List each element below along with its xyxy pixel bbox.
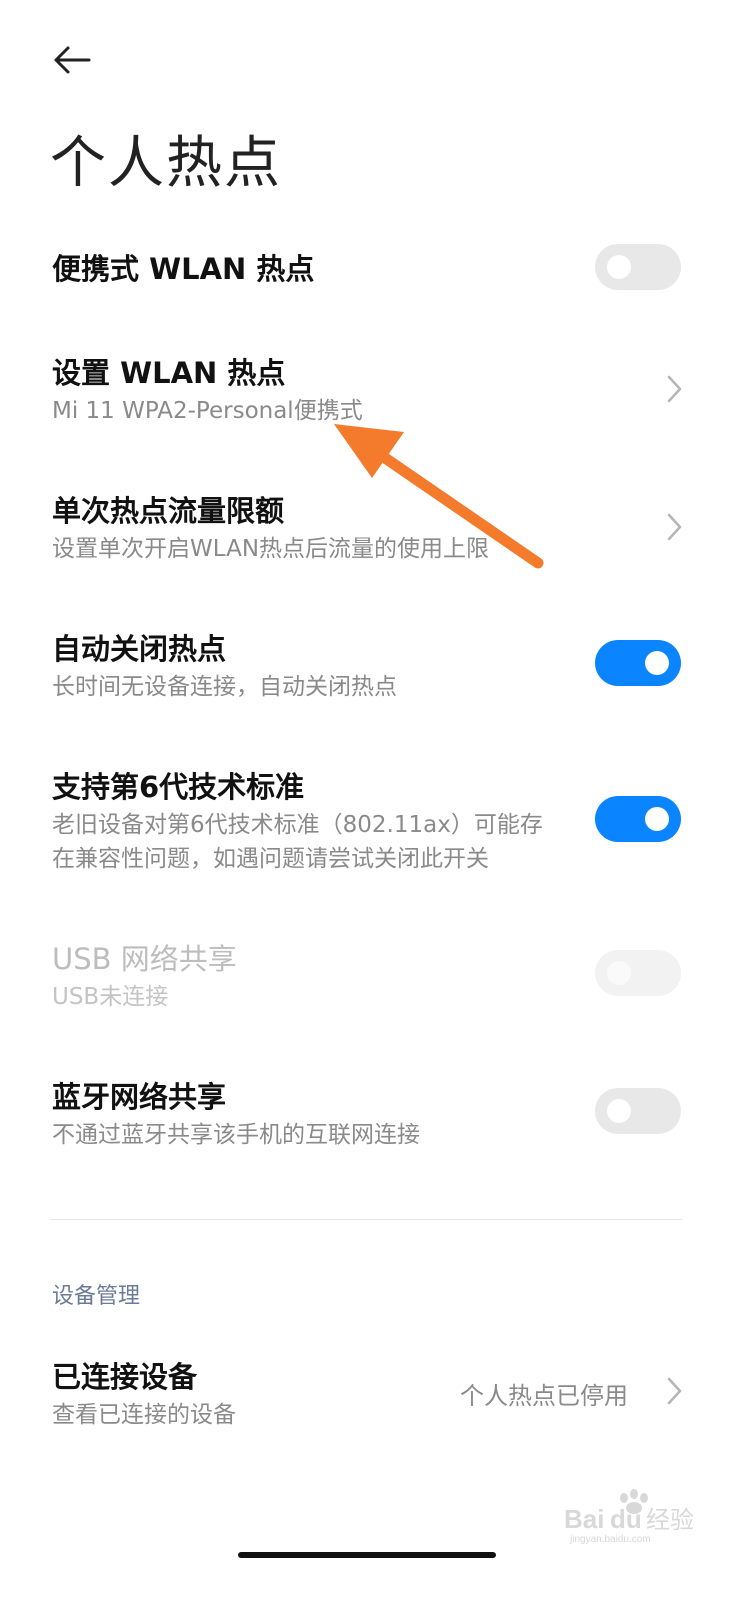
bt-tethering-subtitle: 不通过蓝牙共享该手机的互联网连接 (52, 1122, 420, 1148)
data-limit-subtitle: 设置单次开启WLAN热点后流量的使用上限 (52, 536, 490, 562)
auto-off-toggle[interactable] (595, 640, 681, 686)
wifi6-row[interactable]: 支持第6代技术标准 老旧设备对第6代技术标准（802.11ax）可能存 在兼容性… (0, 758, 748, 884)
toggle-knob (607, 1099, 631, 1123)
connected-devices-row[interactable]: 已连接设备 查看已连接的设备 个人热点已停用 (0, 1346, 748, 1436)
svg-text:经验: 经验 (646, 1506, 694, 1534)
toggle-knob (645, 807, 669, 831)
portable-hotspot-title: 便携式 WLAN 热点 (52, 252, 315, 286)
wifi6-toggle[interactable] (595, 796, 681, 842)
data-limit-row[interactable]: 单次热点流量限额 设置单次开启WLAN热点后流量的使用上限 (0, 482, 748, 572)
chevron-right-icon (667, 1377, 682, 1405)
portable-hotspot-toggle[interactable] (595, 244, 681, 290)
toggle-knob (607, 255, 631, 279)
usb-tethering-title: USB 网络共享 (52, 942, 237, 976)
auto-off-title: 自动关闭热点 (52, 632, 227, 666)
auto-off-row[interactable]: 自动关闭热点 长时间无设备连接，自动关闭热点 (0, 620, 748, 710)
setup-hotspot-row[interactable]: 设置 WLAN 热点 Mi 11 WPA2-Personal便携式 (0, 344, 748, 434)
svg-text:Bai: Bai (564, 1504, 604, 1534)
svg-text:du: du (610, 1504, 642, 1534)
connected-devices-status: 个人热点已停用 (460, 1382, 628, 1410)
toggle-knob (645, 651, 669, 675)
toggle-knob (607, 961, 631, 985)
bt-tethering-title: 蓝牙网络共享 (52, 1080, 227, 1114)
svg-text:jingyan.baidu.com: jingyan.baidu.com (569, 1534, 651, 1544)
section-header-device-management: 设备管理 (52, 1284, 141, 1309)
connected-devices-subtitle: 查看已连接的设备 (52, 1402, 236, 1428)
usb-tethering-toggle (595, 950, 681, 996)
setup-hotspot-title: 设置 WLAN 热点 (52, 356, 286, 390)
bt-tethering-row[interactable]: 蓝牙网络共享 不通过蓝牙共享该手机的互联网连接 (0, 1068, 748, 1158)
arrow-left-icon (54, 46, 91, 74)
portable-hotspot-row[interactable]: 便携式 WLAN 热点 (0, 236, 748, 300)
page-title: 个人热点 (50, 131, 282, 196)
auto-off-subtitle: 长时间无设备连接，自动关闭热点 (52, 674, 397, 700)
baidu-watermark-logo: Bai du 经验 jingyan.baidu.com (564, 1489, 694, 1544)
usb-tethering-subtitle: USB未连接 (52, 984, 169, 1010)
data-limit-title: 单次热点流量限额 (52, 494, 285, 528)
wifi6-title: 支持第6代技术标准 (52, 770, 305, 804)
home-indicator[interactable] (238, 1552, 496, 1558)
connected-devices-title: 已连接设备 (52, 1360, 198, 1394)
section-divider (50, 1219, 682, 1220)
chevron-right-icon (667, 513, 682, 541)
bt-tethering-toggle[interactable] (595, 1088, 681, 1134)
wifi6-subtitle-line2: 在兼容性问题，如遇问题请尝试关闭此开关 (52, 846, 489, 872)
wifi6-subtitle-line1: 老旧设备对第6代技术标准（802.11ax）可能存 (52, 812, 543, 838)
usb-tethering-row: USB 网络共享 USB未连接 (0, 930, 748, 1020)
back-button[interactable] (40, 30, 104, 90)
chevron-right-icon (667, 375, 682, 403)
setup-hotspot-subtitle: Mi 11 WPA2-Personal便携式 (52, 398, 363, 424)
